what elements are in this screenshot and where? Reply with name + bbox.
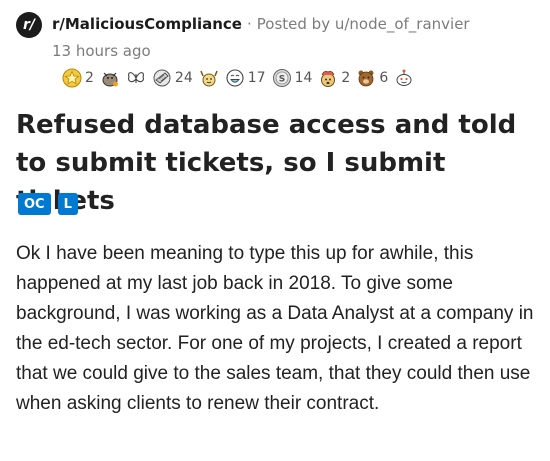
take-my-energy-award-icon [200,70,218,87]
flair-oc[interactable]: OC [18,193,51,215]
bear-award-icon [358,70,374,87]
award-snoo[interactable] [394,68,414,88]
facepalm-award-icon [153,69,171,87]
award-wholesome-seal[interactable] [100,68,120,88]
butterfly-award-icon [127,72,144,83]
subreddit-icon[interactable]: r/ [16,12,42,38]
award-count: 6 [379,70,389,86]
post-body: Ok I have been meaning to type this up f… [16,243,534,414]
gold-star-award-icon [62,68,82,88]
post-time: 13 hours ago [52,42,151,60]
post-meta: r/MaliciousCompliance · Posted by u/node_o… [52,15,470,33]
award-count: 24 [174,70,193,86]
meta-separator: · [246,15,252,33]
flair-row: OC L [18,193,78,215]
wholesome-seal-award-icon [102,72,118,87]
award-laughing-face[interactable]: 17 [225,68,266,88]
post-title[interactable]: Refused database access and told to subm… [16,106,538,220]
award-gold-star[interactable]: 2 [62,68,94,88]
subreddit-link[interactable]: r/MaliciousCompliance [52,15,242,33]
award-facepalm[interactable]: 24 [152,68,193,88]
award-count: 2 [85,70,94,86]
award-silver-coin[interactable]: S 14 [272,68,313,88]
award-mindblown[interactable]: 2 [318,68,350,88]
award-take-my-energy[interactable] [199,68,219,88]
silver-coin-award-icon: S [272,69,291,87]
laughing-face-award-icon [226,69,244,87]
svg-text:S: S [278,75,284,85]
award-count: 2 [341,70,351,86]
flair-l[interactable]: L [57,193,78,215]
awards-row: 2 24 17 S 14 2 6 [62,66,420,90]
award-butterfly[interactable] [126,68,146,88]
mindblown-award-icon [321,71,336,87]
award-count: 17 [247,70,266,86]
post-header: r/ r/MaliciousCompliance · Posted by u/nod… [16,10,546,60]
snoo-award-icon [396,69,412,86]
posted-by[interactable]: Posted by u/node_of_ranvier [257,15,470,33]
award-count: 14 [294,70,313,86]
award-bear[interactable]: 6 [356,68,388,88]
